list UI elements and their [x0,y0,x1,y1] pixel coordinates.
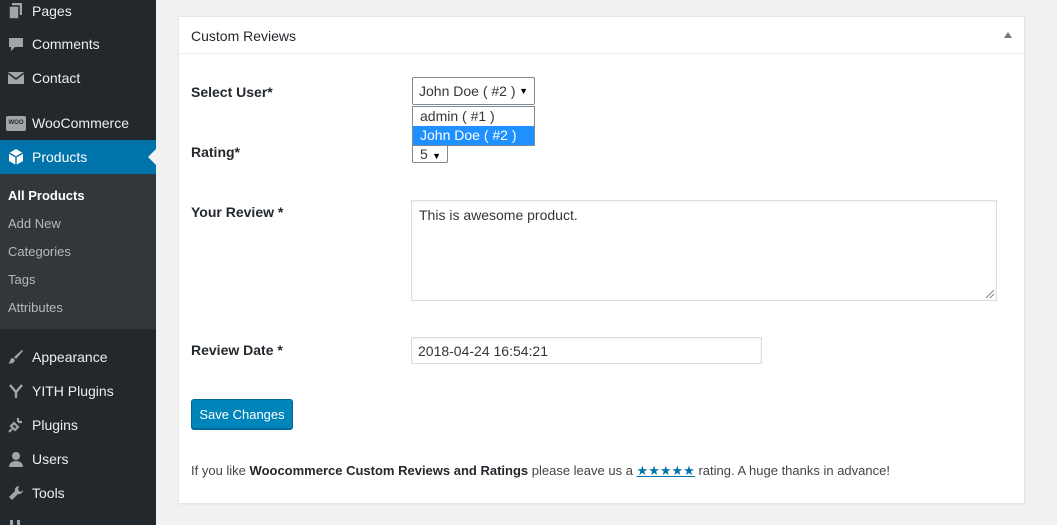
option-admin[interactable]: admin ( #1 ) [413,107,534,126]
postbox-title: Custom Reviews [191,28,297,44]
submenu-categories[interactable]: Categories [8,244,71,259]
menu-item-yith-plugins[interactable]: YITH Plugins [0,374,156,408]
menu-item-products[interactable]: Products [0,140,156,174]
select-user-options: admin ( #1 ) John Doe ( #2 ) [412,106,535,146]
comments-icon [0,35,32,53]
review-date-label: Review Date * [191,342,283,358]
menu-item-plugins[interactable]: Plugins [0,408,156,442]
select-user-value: John Doe ( #2 ) [419,83,516,99]
box-icon [0,148,32,166]
submenu-add-new[interactable]: Add New [8,216,61,231]
plug-icon [0,416,32,434]
plugin-name: Woocommerce Custom Reviews and Ratings [249,463,529,478]
review-text: This is awesome product. [419,207,578,223]
rating-arrow-icon: ▼ [432,151,441,161]
select-user-dropdown[interactable]: John Doe ( #2 ) ▼ [412,77,535,105]
submenu-tags[interactable]: Tags [8,272,35,287]
wrench-icon [0,484,32,502]
submenu-attributes[interactable]: Attributes [8,300,63,315]
review-date-input[interactable]: 2018-04-24 16:54:21 [411,337,762,364]
select-user-label: Select User* [191,84,273,100]
footer-note: If you like Woocommerce Custom Reviews a… [191,463,890,478]
pages-icon [0,2,32,20]
menu-item-users[interactable]: Users [0,442,156,476]
user-icon [0,450,32,468]
menu-item-contact[interactable]: Contact [0,61,156,95]
rating-label: Rating* [191,144,240,160]
review-label: Your Review * [191,204,284,220]
menu-item-tools[interactable]: Tools [0,476,156,510]
menu-item-woocommerce[interactable]: WOO WooCommerce [0,106,156,140]
save-changes-button[interactable]: Save Changes [191,399,293,429]
resize-grip-icon[interactable] [986,290,994,298]
rating-stars-link[interactable]: ★★★★★ [637,463,695,478]
menu-item-settings[interactable] [0,510,156,525]
collapse-toggle-icon[interactable] [1004,32,1012,38]
menu-item-appearance[interactable]: Appearance [0,340,156,374]
option-john-doe[interactable]: John Doe ( #2 ) [413,126,534,145]
postbox-header[interactable]: Custom Reviews [179,17,1024,54]
menu-item-pages[interactable]: Pages [0,0,156,28]
yith-icon [0,382,32,400]
dropdown-arrow-icon: ▼ [519,86,528,96]
review-textarea[interactable]: This is awesome product. [411,200,997,301]
review-date-value: 2018-04-24 16:54:21 [418,342,548,359]
settings-icon [0,518,32,525]
custom-reviews-postbox: Custom Reviews Select User* John Doe ( #… [178,16,1025,504]
brush-icon [0,348,32,366]
products-submenu: All Products Add New Categories Tags Att… [0,174,156,329]
submenu-all-products[interactable]: All Products [8,188,85,203]
menu-item-comments[interactable]: Comments [0,27,156,61]
admin-sidebar: Pages Comments Contact WOO WooCommerce P… [0,0,156,525]
mail-icon [0,70,32,86]
woo-icon: WOO [0,115,32,131]
